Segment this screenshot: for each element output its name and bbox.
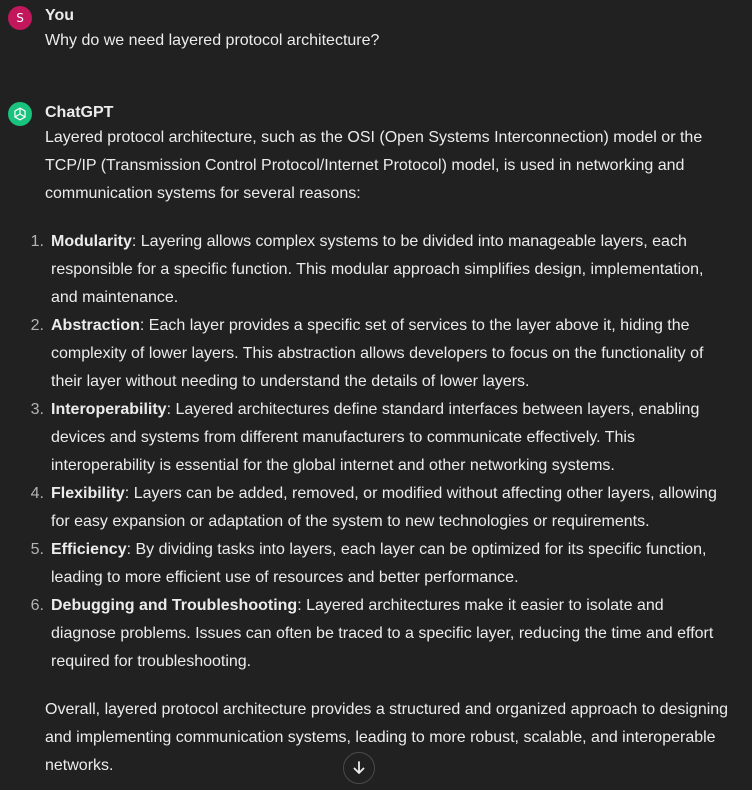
user-avatar: S: [8, 6, 32, 30]
list-item-text: : Each layer provides a specific set of …: [51, 317, 704, 390]
list-item: 2. Abstraction: Each layer provides a spe…: [0, 312, 732, 396]
list-item-number: 3.: [30, 401, 44, 418]
assistant-intro-text: Layered protocol architecture, such as t…: [45, 129, 703, 202]
list-item-number: 1.: [30, 233, 44, 250]
user-message-text: Why do we need layered protocol architec…: [45, 32, 380, 49]
arrow-down-icon: [353, 761, 365, 774]
list-item-number: 2.: [30, 317, 44, 334]
list-item-title: Modularity: [51, 233, 132, 250]
list-item: 6. Debugging and Troubleshooting: Layered…: [0, 592, 732, 676]
list-item-text: : Layering allows complex systems to be …: [51, 233, 704, 306]
list-item-number: 5.: [30, 541, 44, 558]
assistant-conclusion-text: Overall, layered protocol architecture p…: [45, 701, 729, 774]
list-item-title: Flexibility: [51, 485, 125, 502]
list-item-title: Efficiency: [51, 541, 127, 558]
list-item-number: 4.: [30, 485, 44, 502]
assistant-author-name: ChatGPT: [45, 104, 114, 121]
list-item-number: 6.: [30, 597, 44, 614]
list-item-text: : Layers can be added, removed, or modif…: [51, 485, 717, 530]
list-item-title: Interoperability: [51, 401, 167, 418]
list-item: 5. Efficiency: By dividing tasks into lay…: [0, 536, 732, 592]
openai-logo-icon: [8, 102, 32, 126]
reasons-list: 1. Modularity: Layering allows complex sy…: [0, 228, 732, 676]
list-item-text: : By dividing tasks into layers, each la…: [51, 541, 707, 586]
user-author-name: You: [45, 7, 75, 24]
list-item-title: Debugging and Troubleshooting: [51, 597, 298, 614]
user-avatar-initial: S: [16, 11, 24, 25]
list-item: 1. Modularity: Layering allows complex sy…: [0, 228, 732, 312]
list-item: 3. Interoperability: Layered architecture…: [0, 396, 732, 480]
scroll-to-bottom-button[interactable]: [343, 752, 375, 784]
list-item: 4. Flexibility: Layers can be added, remo…: [0, 480, 732, 536]
list-item-title: Abstraction: [51, 317, 140, 334]
